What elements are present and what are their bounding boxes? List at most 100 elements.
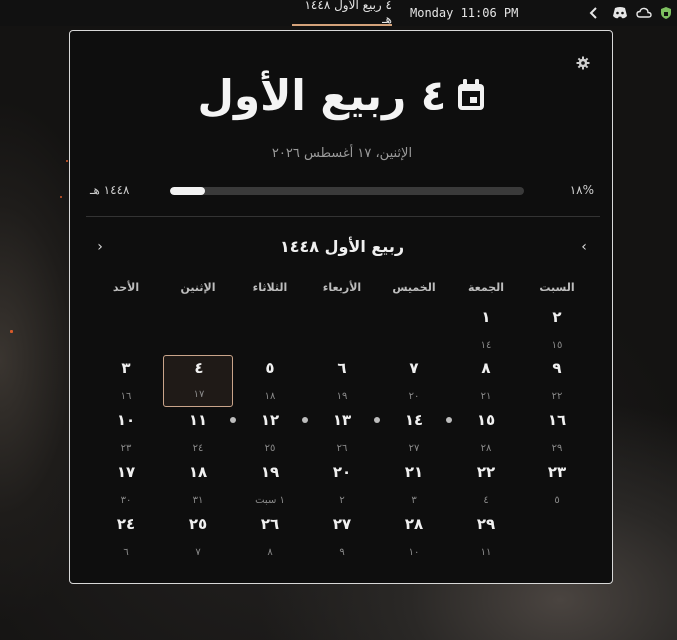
gregorian-day-number: ٢ xyxy=(339,495,345,506)
calendar-day[interactable]: ٢١ ٣ xyxy=(379,463,449,515)
calendar-day[interactable]: ١٣ ٢٦ xyxy=(307,411,377,463)
calendar-day[interactable]: ٢٦ ٨ xyxy=(235,515,305,567)
calendar-day[interactable]: ٥ ١٨ xyxy=(235,359,305,411)
calendar-day[interactable]: ١٧ ٣٠ xyxy=(91,463,161,515)
calendar-day[interactable]: ٢٠ ٢ xyxy=(307,463,377,515)
progress-fill xyxy=(170,187,206,195)
calendar-day[interactable]: ٦ ١٩ xyxy=(307,359,377,411)
gregorian-day-number: ٢٩ xyxy=(551,443,563,454)
calendar-day[interactable]: ٢ ١٥ xyxy=(522,308,592,360)
hijri-day-number: ٦ xyxy=(337,359,347,377)
hijri-day-number: ٢٣ xyxy=(547,463,567,481)
discord-icon[interactable] xyxy=(612,5,628,21)
gregorian-day-number: ١٦ xyxy=(120,391,132,402)
hijri-day-number: ٢٤ xyxy=(116,515,136,533)
hijri-day-number: ١١ xyxy=(188,411,208,429)
gregorian-day-number: ١٨ xyxy=(264,391,276,402)
gregorian-day-number: ٢٦ xyxy=(336,443,348,454)
calendar-day[interactable]: ١ ١٤ xyxy=(451,308,521,360)
progress-track xyxy=(170,187,524,195)
wallpaper-spark xyxy=(10,330,13,333)
year-progress: ١٤٤٨ هـ ١٨% xyxy=(70,181,614,201)
calendar-icon xyxy=(456,78,486,112)
month-title: ربيع الأول ١٤٤٨ xyxy=(279,237,405,256)
calendar-day[interactable]: ٢٢ ٤ xyxy=(451,463,521,515)
hijri-day-number: ١٢ xyxy=(260,411,280,429)
calendar-day[interactable]: ١٨ ٣١ xyxy=(163,463,233,515)
calendar-day-today[interactable]: ٤ ١٧ xyxy=(163,355,233,407)
gregorian-day-number: ١ سبت xyxy=(255,495,285,506)
hijri-day-number: ١٩ xyxy=(260,463,280,481)
hijri-day-number: ١ xyxy=(481,308,491,326)
gregorian-day-number: ٢٣ xyxy=(120,443,132,454)
calendar-day[interactable]: ٢٥ ٧ xyxy=(163,515,233,567)
gregorian-day-number: ٣٠ xyxy=(120,495,132,506)
weekday-header: الأربعاء xyxy=(322,281,362,294)
hijri-day-number: ٢٩ xyxy=(476,515,496,533)
hijri-day-number: ٣ xyxy=(121,359,131,377)
hijri-day-number: ١٣ xyxy=(332,411,352,429)
calendar-day[interactable]: ٢٩ ١١ xyxy=(451,515,521,567)
gregorian-day-number: ٣ xyxy=(411,495,417,506)
calendar-day[interactable]: ٣ ١٦ xyxy=(91,359,161,411)
calendar-day[interactable]: ٧ ٢٠ xyxy=(379,359,449,411)
hijri-day-number: ٢ xyxy=(552,308,562,326)
calendar-day[interactable]: ١٤ ٢٧ xyxy=(379,411,449,463)
hijri-day-number: ١٧ xyxy=(116,463,136,481)
hijri-day-number: ٢١ xyxy=(404,463,424,481)
previous-month-button[interactable]: ‹ xyxy=(572,235,596,259)
clock-indicator[interactable]: Monday 11:06 PM xyxy=(410,0,518,26)
wallpaper-spark xyxy=(60,196,62,198)
weekday-header: السبت xyxy=(539,281,575,294)
hijri-day-number: ١٠ xyxy=(116,411,136,429)
gregorian-day-number: ٩ xyxy=(339,547,345,558)
weekday-header: الثلاثاء xyxy=(252,281,288,294)
gregorian-day-number: ١٥ xyxy=(551,340,563,351)
chevron-left-icon[interactable] xyxy=(588,5,600,21)
gregorian-day-number: ٦ xyxy=(123,547,129,558)
gregorian-day-number: ٨ xyxy=(267,547,273,558)
hijri-day-number: ٢٠ xyxy=(332,463,352,481)
hijri-day-number: ١٤ xyxy=(404,411,424,429)
hijri-date-indicator[interactable]: ٤ ربيع الأول ١٤٤٨ هـ xyxy=(292,0,392,26)
gregorian-day-number: ٢١ xyxy=(480,391,492,402)
calendar-day[interactable]: ١٩ ١ سبت xyxy=(235,463,305,515)
calendar-day[interactable]: ٨ ٢١ xyxy=(451,359,521,411)
calendar-day[interactable]: ١٦ ٢٩ xyxy=(522,411,592,463)
gregorian-day-number: ٢٨ xyxy=(480,443,492,454)
weekday-header: الإثنين xyxy=(180,281,216,294)
gregorian-day-number: ١٩ xyxy=(336,391,348,402)
progress-percent: ١٨% xyxy=(569,183,594,197)
hijri-day-number: ٢٢ xyxy=(476,463,496,481)
weekday-header: الجمعة xyxy=(467,281,505,294)
calendar-day[interactable]: ٢٧ ٩ xyxy=(307,515,377,567)
gregorian-day-number: ٥ xyxy=(554,495,560,506)
weekday-header: الخميس xyxy=(392,281,436,294)
gregorian-day-number: ٢٤ xyxy=(192,443,204,454)
year-label: ١٤٤٨ هـ xyxy=(90,183,130,197)
calendar-day[interactable]: ٢٣ ٥ xyxy=(522,463,592,515)
shield-icon[interactable] xyxy=(660,5,672,21)
gregorian-day-number: ١١ xyxy=(480,547,492,558)
hijri-day-number: ٢٥ xyxy=(188,515,208,533)
cloud-icon[interactable] xyxy=(636,5,652,21)
title-row: ٤ ربيع الأول xyxy=(70,65,614,125)
calendar-day[interactable]: ١٥ ٢٨ xyxy=(451,411,521,463)
weekday-header: الأحد xyxy=(112,281,140,294)
divider xyxy=(86,216,600,217)
calendar-popup: ٤ ربيع الأول الإثنين، ١٧ أغسطس ٢٠٢٦ ١٤٤٨… xyxy=(69,30,613,584)
gregorian-day-number: ١٠ xyxy=(408,547,420,558)
calendar-day[interactable]: ٢٤ ٦ xyxy=(91,515,161,567)
gregorian-day-number: ٢٥ xyxy=(264,443,276,454)
gregorian-day-number: ٢٧ xyxy=(408,443,420,454)
hijri-day-number: ٨ xyxy=(481,359,491,377)
gregorian-day-number: ٣١ xyxy=(192,495,204,506)
calendar-day[interactable]: ٢٨ ١٠ xyxy=(379,515,449,567)
calendar-day[interactable]: ١٠ ٢٣ xyxy=(91,411,161,463)
calendar-day[interactable]: ١١ ٢٤ xyxy=(163,411,233,463)
hijri-date-title: ٤ ربيع الأول xyxy=(197,70,447,120)
calendar-day[interactable]: ٩ ٢٢ xyxy=(522,359,592,411)
calendar-day[interactable]: ١٢ ٢٥ xyxy=(235,411,305,463)
hijri-day-number: ١٥ xyxy=(476,411,496,429)
gregorian-day-number: ١٤ xyxy=(480,340,492,351)
